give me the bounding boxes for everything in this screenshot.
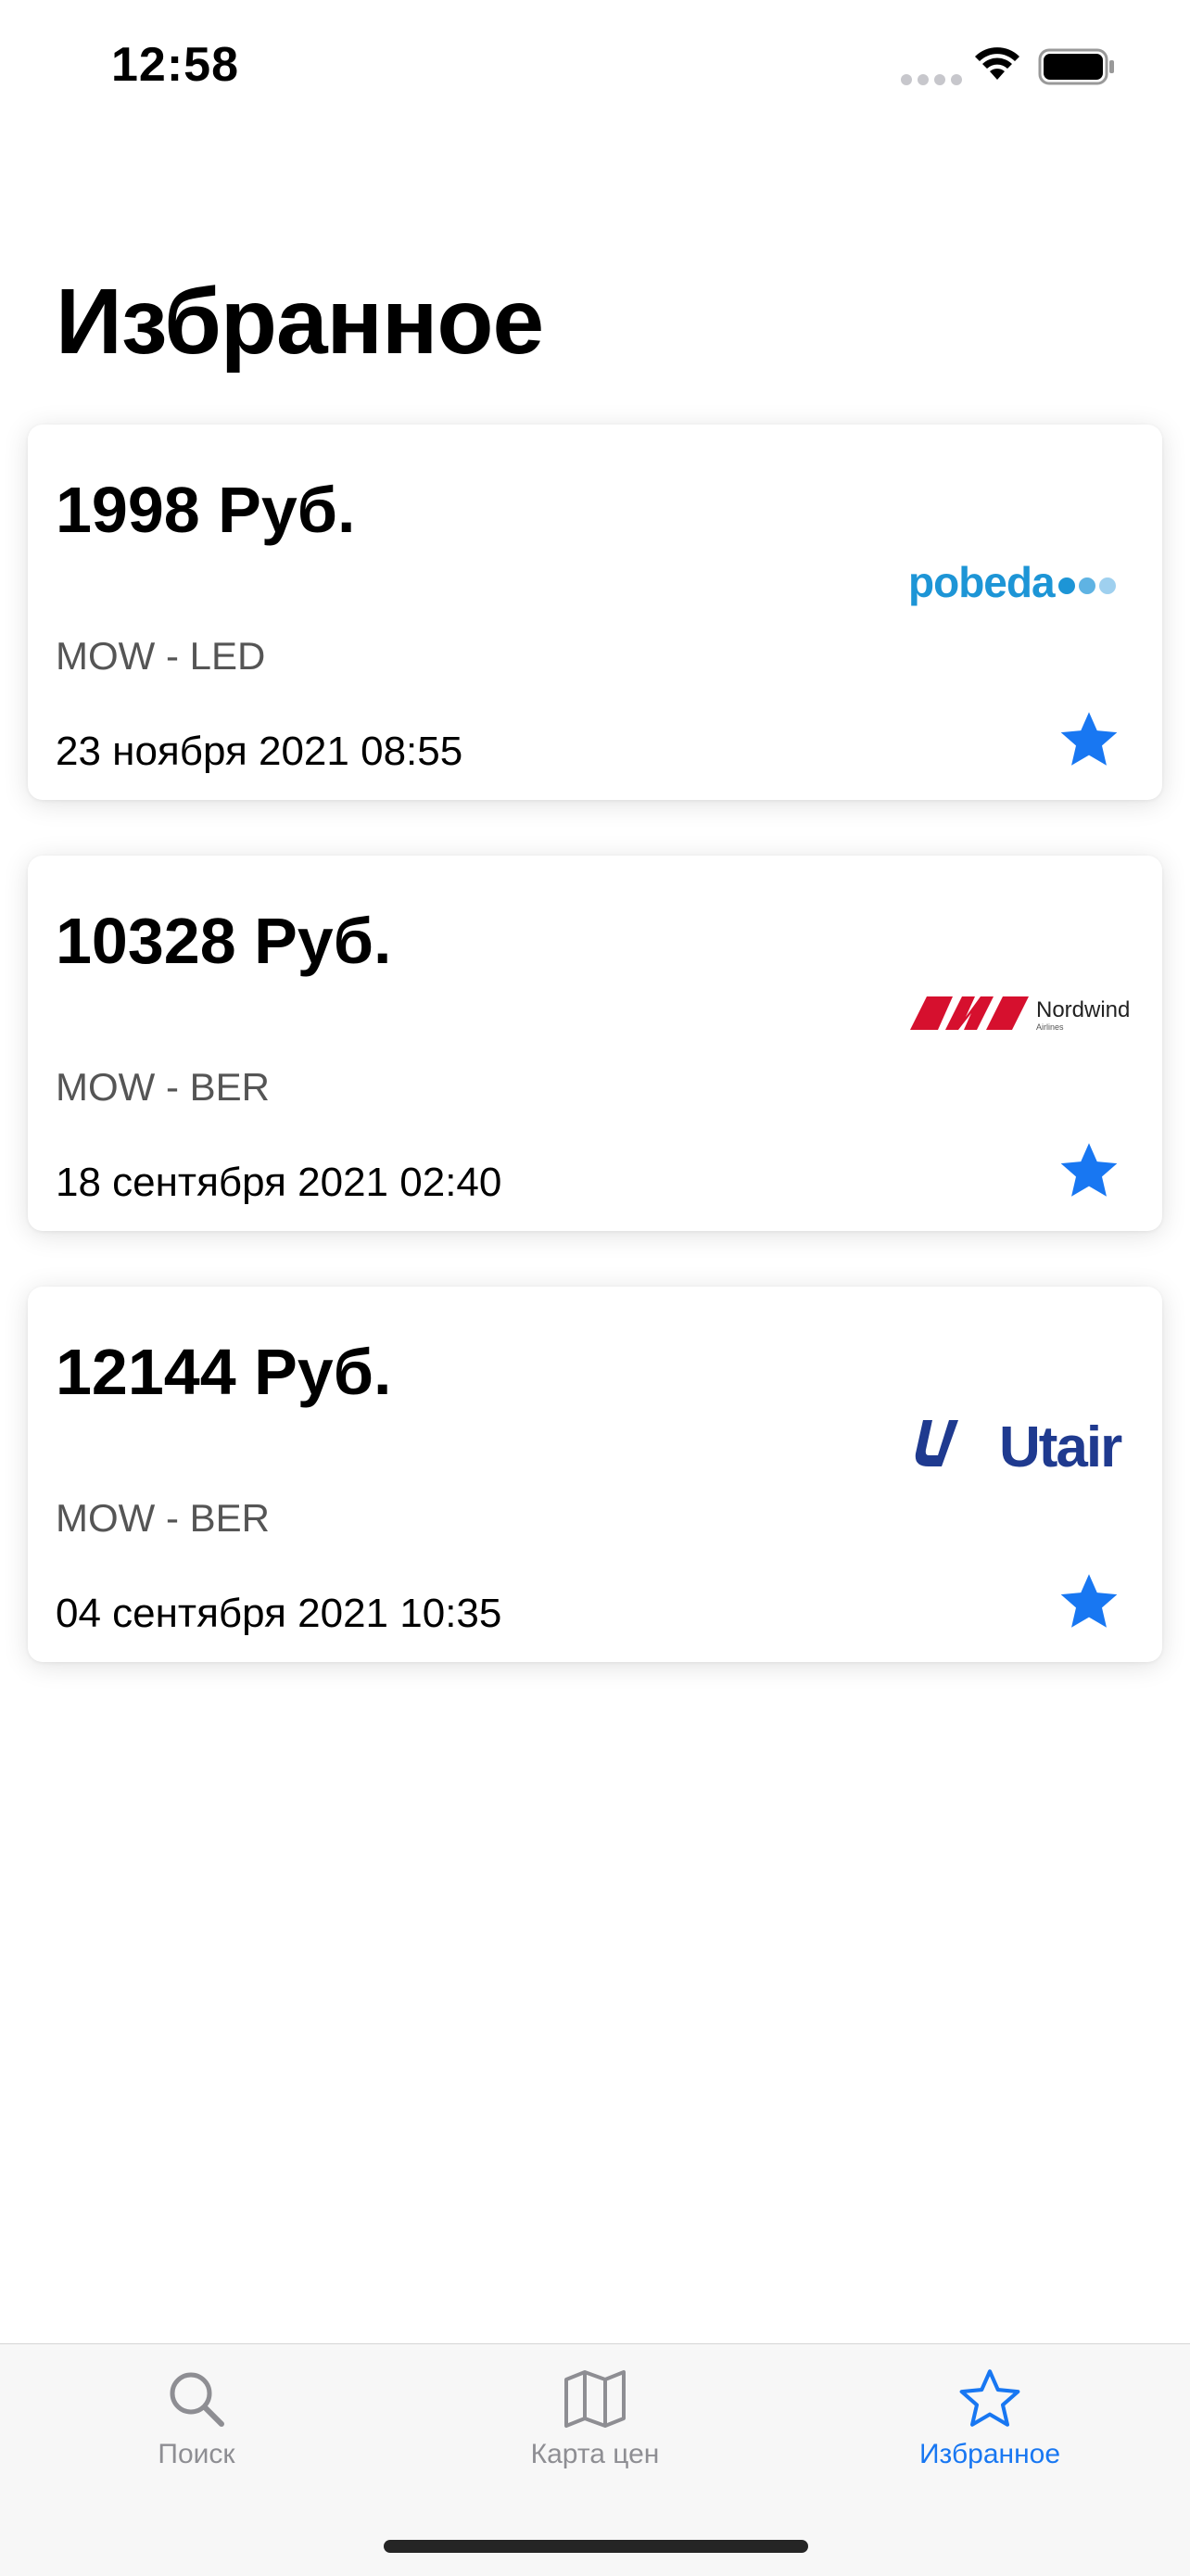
ticket-route: MOW - BER — [56, 1065, 270, 1109]
airline-logo-pobeda: pobeda — [908, 527, 1140, 638]
map-icon — [564, 2370, 626, 2428]
airline-logo-text: pobeda — [908, 558, 1056, 606]
favorite-ticket-card[interactable]: 1998 Руб. pobeda MOW - LED 23 ноября 202… — [28, 425, 1162, 800]
ticket-date: 04 сентября 2021 10:35 — [56, 1591, 502, 1636]
favorite-ticket-card[interactable]: 10328 Руб. Nordwind Airlines MOW - BER 1… — [28, 856, 1162, 1231]
nordwind-mark-icon: Nordwind Airlines — [910, 996, 1130, 1032]
battery-icon — [1038, 48, 1114, 85]
airline-logo-nordwind: Nordwind Airlines — [908, 958, 1140, 1069]
favorite-star-icon[interactable] — [1057, 707, 1121, 772]
star-icon — [959, 2369, 1020, 2427]
home-indicator[interactable] — [384, 2540, 808, 2553]
page-title: Избранное — [56, 270, 544, 374]
wifi-icon — [975, 47, 1019, 80]
cellular-signal-icon — [901, 74, 962, 85]
utair-mark-icon: Utair — [915, 1415, 1124, 1479]
favorites-list: 1998 Руб. pobeda MOW - LED 23 ноября 202… — [28, 425, 1162, 1718]
pobeda-dots — [1057, 577, 1116, 594]
ticket-price: 12144 Руб. — [56, 1336, 392, 1408]
tab-label: Поиск — [158, 2439, 235, 2469]
tab-price-map[interactable]: Карта цен — [456, 2367, 734, 2470]
ticket-route: MOW - LED — [56, 634, 266, 678]
tab-label: Карта цен — [530, 2439, 660, 2469]
ticket-price: 1998 Руб. — [56, 474, 356, 546]
search-icon — [170, 2372, 224, 2427]
ticket-price: 10328 Руб. — [56, 905, 392, 977]
airline-logo-utair: Utair — [908, 1389, 1140, 1500]
ticket-route: MOW - BER — [56, 1496, 270, 1540]
status-time: 12:58 — [111, 38, 239, 92]
tab-label: Избранное — [918, 2439, 1061, 2469]
tab-search[interactable]: Поиск — [57, 2367, 335, 2470]
status-bar: 12:58 — [0, 0, 1190, 130]
favorite-ticket-card[interactable]: 12144 Руб. Utair MOW - BER 04 сентября 2… — [28, 1287, 1162, 1662]
airline-logo-text: Nordwind — [1036, 997, 1130, 1022]
tab-favorites[interactable]: Избранное — [851, 2367, 1129, 2470]
favorite-star-icon[interactable] — [1057, 1138, 1121, 1203]
favorite-star-icon[interactable] — [1057, 1569, 1121, 1634]
airline-logo-subtext: Airlines — [1036, 1022, 1064, 1032]
ticket-date: 23 ноября 2021 08:55 — [56, 729, 463, 774]
airline-logo-text: Utair — [999, 1415, 1122, 1479]
ticket-date: 18 сентября 2021 02:40 — [56, 1160, 502, 1205]
